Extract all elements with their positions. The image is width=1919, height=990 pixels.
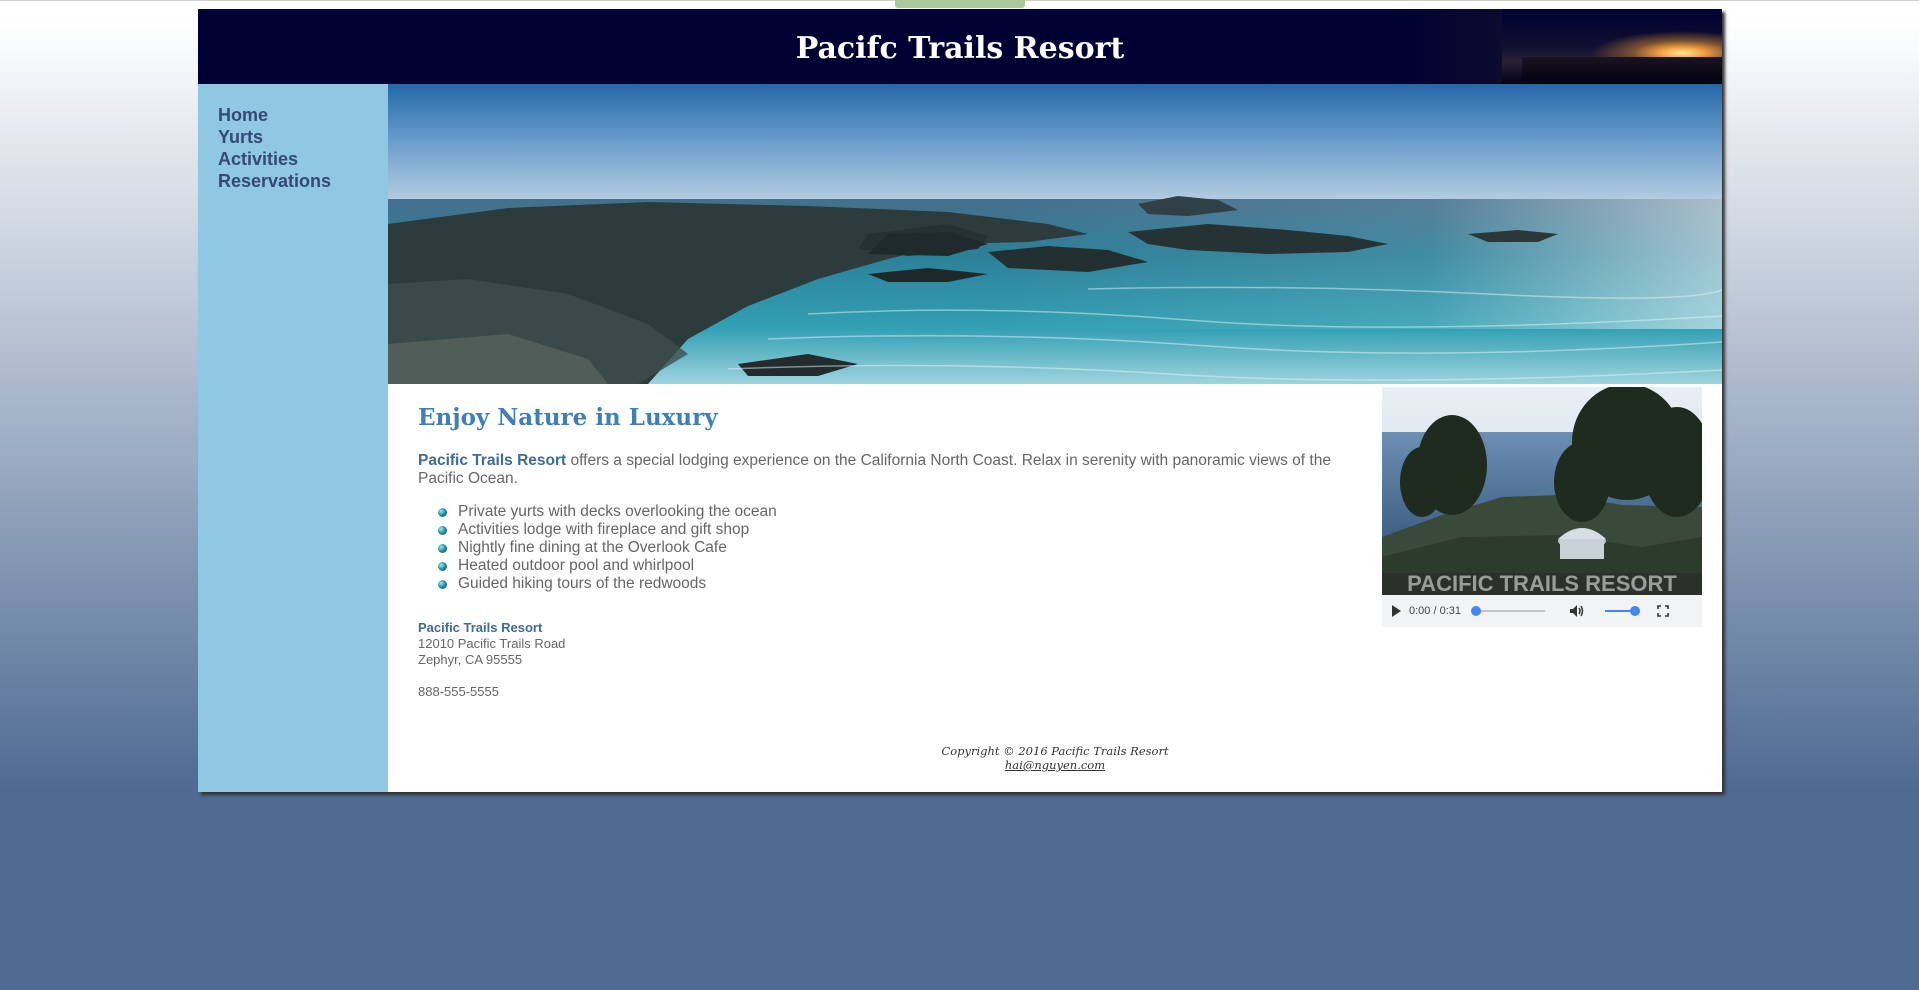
nav-link-activities[interactable]: Activities bbox=[218, 148, 298, 170]
nav-link-reservations[interactable]: Reservations bbox=[218, 170, 331, 192]
top-tab-indicator bbox=[895, 0, 1025, 8]
feature-list: Private yurts with decks overlooking the… bbox=[438, 503, 777, 593]
address-city: Zephyr, CA 95555 bbox=[418, 652, 523, 667]
address-street: 12010 Pacific Trails Road bbox=[418, 636, 566, 651]
site-title: Pacifc Trails Resort bbox=[795, 31, 1125, 66]
nav-link-home[interactable]: Home bbox=[218, 104, 268, 126]
address-name: Pacific Trails Resort bbox=[418, 620, 543, 635]
address-block: Pacific Trails Resort 12010 Pacific Trai… bbox=[418, 620, 565, 668]
video-progress-slider[interactable] bbox=[1471, 606, 1545, 616]
copyright-text: Copyright © 2016 Pacific Trails Resort bbox=[941, 744, 1169, 758]
video-controls: 0:00 / 0:31 bbox=[1382, 595, 1702, 627]
list-item: Nightly fine dining at the Overlook Cafe bbox=[438, 539, 777, 557]
email-link[interactable]: hai@nguyen.com bbox=[1005, 758, 1105, 772]
list-item: Private yurts with decks overlooking the… bbox=[438, 503, 777, 521]
volume-knob[interactable] bbox=[1630, 606, 1640, 616]
intro-paragraph: Pacific Trails Resort offers a special l… bbox=[418, 452, 1358, 488]
fullscreen-icon[interactable] bbox=[1657, 605, 1669, 617]
list-item: Activities lodge with fireplace and gift… bbox=[438, 521, 777, 539]
video-time: 0:00 / 0:31 bbox=[1409, 605, 1461, 617]
hero-coast-image bbox=[388, 84, 1722, 384]
volume-slider[interactable] bbox=[1605, 606, 1640, 616]
video-player[interactable]: PACIFIC TRAILS RESORT 0:00 / 0:31 bbox=[1382, 387, 1702, 627]
video-frame[interactable]: PACIFIC TRAILS RESORT bbox=[1382, 387, 1702, 595]
progress-knob[interactable] bbox=[1471, 606, 1481, 616]
main-nav: Home Yurts Activities Reservations bbox=[198, 84, 388, 792]
phone-number: 888-555-5555 bbox=[418, 684, 499, 699]
site-header: Pacifc Trails Resort bbox=[198, 9, 1722, 84]
play-icon[interactable] bbox=[1392, 605, 1401, 617]
video-overlay-text: PACIFIC TRAILS RESORT bbox=[1407, 571, 1677, 595]
volume-icon[interactable] bbox=[1569, 604, 1585, 618]
list-item: Guided hiking tours of the redwoods bbox=[438, 575, 777, 593]
site-footer: Copyright © 2016 Pacific Trails Resort h… bbox=[388, 744, 1722, 772]
nav-link-yurts[interactable]: Yurts bbox=[218, 126, 263, 148]
list-item: Heated outdoor pool and whirlpool bbox=[438, 557, 777, 575]
intro-resort-name: Pacific Trails Resort bbox=[418, 452, 567, 469]
page-wrapper: Pacifc Trails Resort Home Yurts Activiti… bbox=[198, 9, 1722, 792]
